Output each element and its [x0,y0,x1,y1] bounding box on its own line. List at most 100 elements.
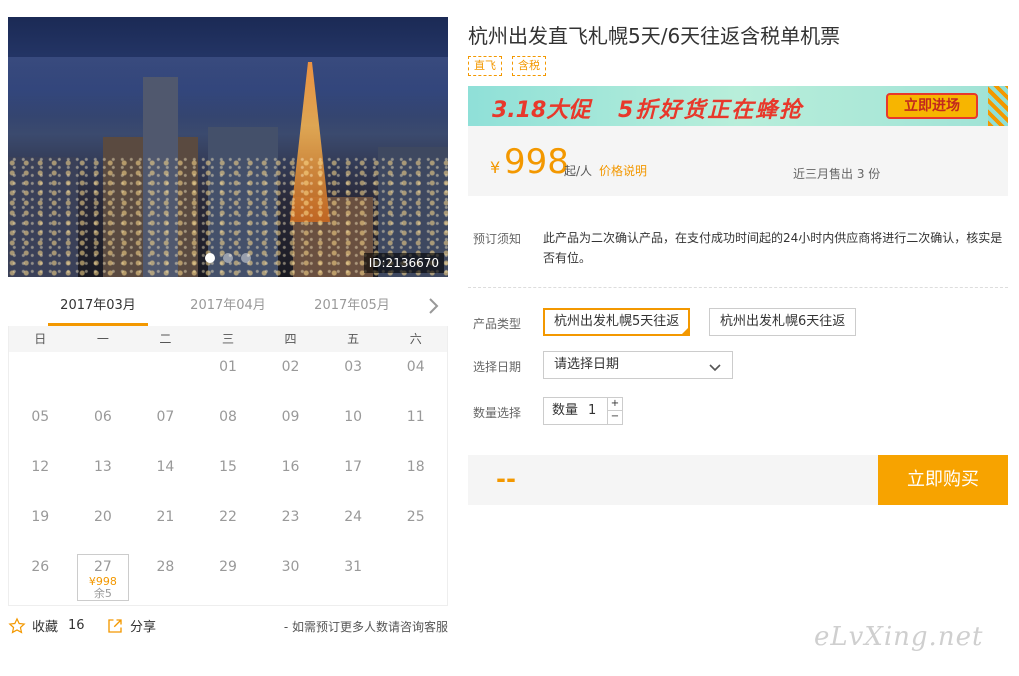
tab-month-1[interactable]: 2017年03月 [48,290,148,326]
product-type-label: 产品类型 [473,317,522,331]
calendar-day: 15 [219,459,237,475]
quantity-increase-button[interactable]: + [607,398,622,411]
carousel-dot[interactable] [223,253,233,263]
tag-tax-included: 含税 [512,56,546,76]
calendar-day: 23 [281,509,300,525]
calendar-day: 21 [156,509,175,525]
promo-enter-button[interactable]: 立即进场 [886,93,978,119]
date-select-value: 请选择日期 [554,357,620,372]
option-label: 杭州出发札幌5天往返 [554,314,680,329]
weekday-label: 四 [284,332,297,346]
star-icon [8,616,26,635]
calendar-day: 22 [219,509,237,525]
quantity-decrease-button[interactable]: − [607,411,622,424]
calendar-day: 14 [156,459,175,475]
sold-count: 近三月售出 3 份 [793,167,881,181]
date-select[interactable]: 请选择日期 [543,351,733,379]
calendar-day: 08 [219,409,237,425]
calendar-day: 10 [344,409,363,425]
share-label: 分享 [130,620,157,635]
calendar-day: 26 [31,559,50,575]
calendar-day: 29 [219,559,237,575]
quantity-input[interactable]: 1 [588,398,596,424]
favorite-count: 16 [68,618,85,633]
price-calendar: 日 一 二 三 四 五 六 01 02 03 04 05 06 07 08 09 10 11 12 13 14 15 16… [8,326,448,606]
tab-month-3[interactable]: 2017年05月 [302,290,402,326]
weekday-label: 一 [96,332,109,346]
calendar-day: 20 [93,509,112,525]
calendar-blank [9,352,72,402]
currency-symbol: ¥ [490,158,501,177]
carousel-dot[interactable] [205,253,215,263]
month-tabs: 2017年03月 2017年04月 2017年05月 [8,290,448,326]
weekday-header: 日一二三四五六 [9,326,447,352]
share-icon [106,617,124,635]
calendar-day: 28 [156,559,175,575]
promo-date: 3.18大促 [492,98,591,123]
weekday-label: 二 [159,332,172,346]
chevron-down-icon [708,358,722,384]
product-type-option-5day[interactable]: 杭州出发札幌5天往返 [543,308,691,336]
notice-label: 预订须知 [473,232,522,246]
calendar-day: 09 [281,409,300,425]
favorite-button[interactable]: 收藏 16 [8,616,85,635]
calendar-day: 01 [219,359,237,375]
calendar-day: 06 [93,409,112,425]
chevron-right-icon[interactable] [428,296,442,316]
weekday-label: 六 [409,332,422,346]
date-label: 选择日期 [473,360,522,374]
price-description-link[interactable]: 价格说明 [599,162,647,179]
buy-now-button[interactable]: 立即购买 [878,455,1008,505]
selected-corner-icon [680,326,691,336]
calendar-day: 05 [31,409,50,425]
promo-decoration [988,86,1008,126]
promo-banner[interactable]: 3.18大促 5折好货正在蜂抢 立即进场 [468,86,1008,126]
notice-text: 此产品为二次确认产品，在支付成功时间起的24小时内供应商将进行二次确认，核实是否… [543,231,1003,265]
calendar-day: 31 [344,559,363,575]
consult-note: - 如需预订更多人数请咨询客服 [283,620,448,634]
calendar-day: 12 [31,459,50,475]
calendar-day: 19 [31,509,50,525]
image-id-label: ID:2136670 [363,253,444,273]
calendar-grid: 01 02 03 04 05 06 07 08 09 10 11 12 13 14 15 16 17 18 19 20… [9,352,447,602]
product-title: 杭州出发直飞札幌5天/6天往返含税单机票 [468,24,841,48]
price-unit: 起/人 [564,164,593,178]
carousel-dot[interactable] [241,253,251,263]
price-amount: 998 [504,142,569,182]
action-bar: 收藏 16 分享 - 如需预订更多人数请咨询客服 [8,616,448,636]
calendar-day: 11 [406,409,425,425]
product-image-carousel[interactable]: ID:2136670 [8,17,448,277]
quantity-field-label: 数量 [552,403,579,418]
calendar-blank [134,352,197,402]
product-type-option-6day[interactable]: 杭州出发札幌6天往返 [709,308,857,336]
quantity-stepper: 数量 1 + − [543,397,623,425]
calendar-day: 02 [281,359,300,375]
site-watermark: eLvXing.net [814,622,984,652]
calendar-day: 30 [281,559,300,575]
day-number: 27 [93,559,112,575]
section-divider [468,287,1008,288]
tab-month-2[interactable]: 2017年04月 [178,290,278,326]
calendar-day: 17 [344,459,363,475]
weekday-label: 日 [34,332,47,346]
calendar-day: 03 [344,359,363,375]
calendar-day: 24 [344,509,363,525]
calendar-day: 18 [406,459,425,475]
calendar-blank [72,352,135,402]
tag-direct-flight: 直飞 [468,56,502,76]
night-sky [8,57,448,117]
quantity-label: 数量选择 [473,406,522,420]
share-button[interactable]: 分享 [106,616,156,635]
price-box: ¥ 998 起/人 价格说明 近三月售出 3 份 [468,126,1008,196]
calendar-day: 13 [93,459,112,475]
calendar-day-available[interactable]: 27 ¥998 余5 [76,554,130,601]
favorite-label: 收藏 [32,620,59,635]
promo-slogan: 5折好货正在蜂抢 [618,98,804,123]
calendar-day: 07 [156,409,175,425]
product-tags: 直飞 含税 [468,56,546,76]
total-price: -- [496,465,516,493]
calendar-day: 04 [406,359,425,375]
carousel-dots [205,253,251,263]
weekday-label: 三 [221,332,234,346]
weekday-label: 五 [347,332,360,346]
